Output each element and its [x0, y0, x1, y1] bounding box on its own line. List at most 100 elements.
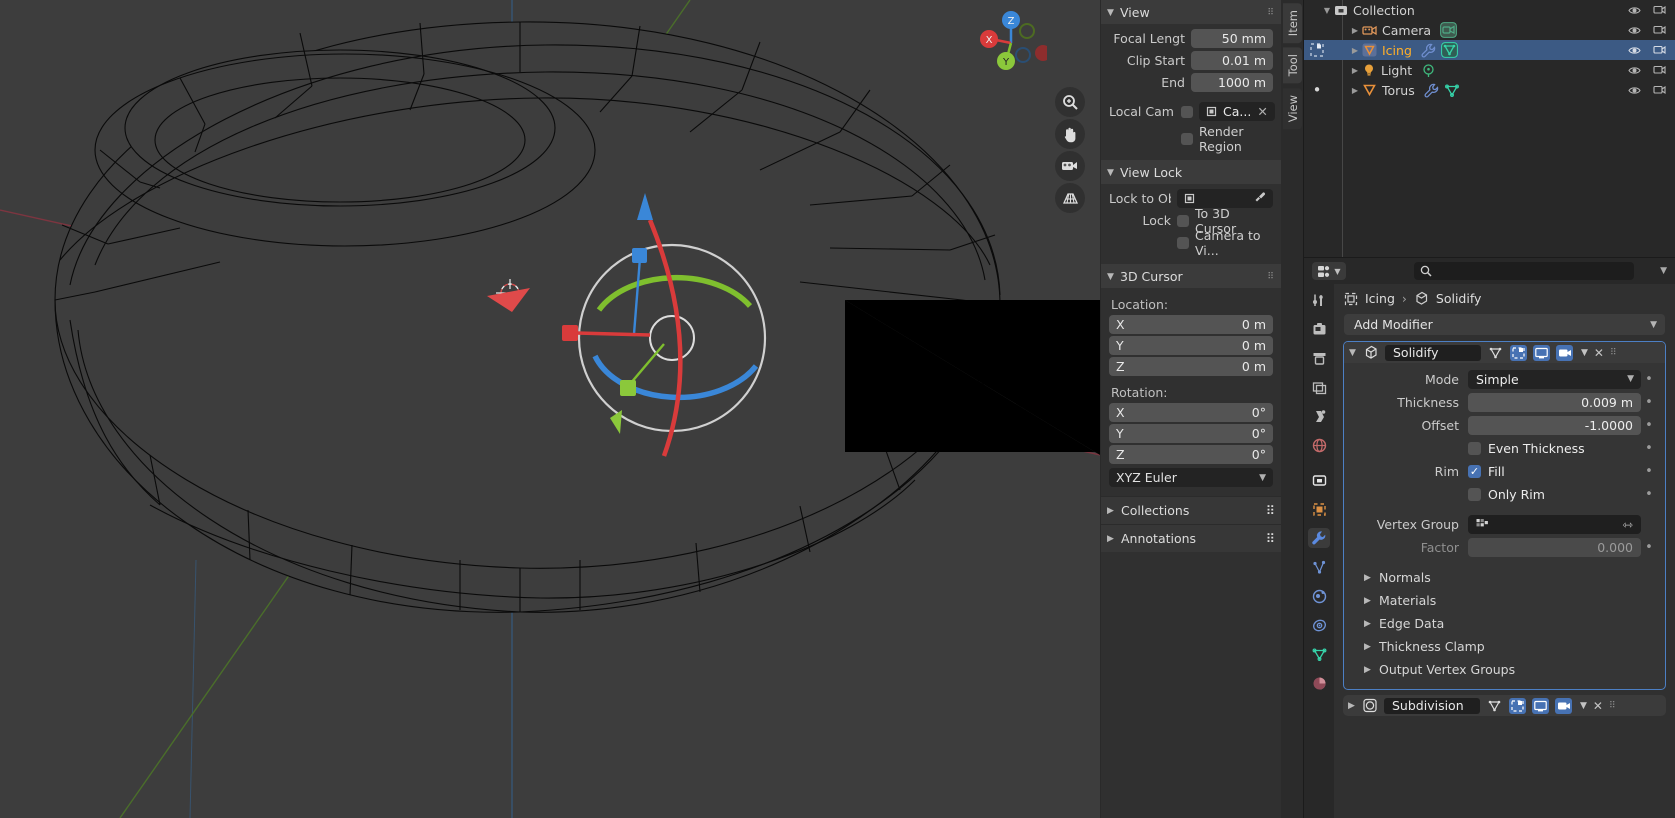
- subpanel-thickness-clamp[interactable]: ▶ Thickness Clamp: [1344, 635, 1665, 658]
- render-display-icon[interactable]: [1533, 344, 1550, 361]
- only-rim-toggle[interactable]: Only Rim: [1468, 485, 1641, 504]
- wrench-icon[interactable]: [1421, 43, 1436, 58]
- modifier-extras-icon[interactable]: ▼: [1580, 701, 1587, 711]
- subpanel-normals[interactable]: ▶ Normals: [1344, 566, 1665, 589]
- focal-length-field[interactable]: 50 mm: [1191, 29, 1273, 48]
- outliner-row-camera[interactable]: ▶ Camera: [1304, 20, 1675, 40]
- tab-render-icon[interactable]: [1308, 319, 1330, 339]
- cursor-loc-y[interactable]: Y 0 m: [1109, 336, 1273, 355]
- rim-fill-row[interactable]: Rim Fill •: [1344, 461, 1665, 481]
- eye-icon[interactable]: [1628, 45, 1641, 56]
- expand-triangle-icon[interactable]: ▶: [1348, 66, 1362, 75]
- render-region-row[interactable]: Render Region: [1109, 124, 1273, 154]
- mesh-data-icon[interactable]: [1444, 83, 1460, 98]
- factor-row[interactable]: Factor 0.000 •: [1344, 537, 1665, 557]
- factor-field[interactable]: 0.000: [1468, 537, 1641, 557]
- expand-triangle-icon[interactable]: ▶: [1348, 46, 1362, 55]
- tab-object-icon[interactable]: [1308, 499, 1330, 519]
- render-region-checkbox[interactable]: [1181, 132, 1193, 145]
- add-modifier-button[interactable]: Add Modifier ▼: [1344, 314, 1665, 335]
- perspective-grid-icon[interactable]: [1055, 183, 1085, 213]
- animate-dot-icon[interactable]: •: [1641, 540, 1657, 555]
- outliner-row-toggles[interactable]: [1628, 64, 1666, 76]
- modifier-header-solidify[interactable]: ▼ Solidify ▼ ✕ ⠿: [1344, 342, 1665, 363]
- camera-icon[interactable]: [1055, 151, 1085, 181]
- sidebar-item-tool[interactable]: Tool: [1283, 47, 1302, 84]
- even-thickness-checkbox[interactable]: [1468, 441, 1481, 455]
- camera-render-icon[interactable]: [1653, 4, 1666, 16]
- cursor-rot-y[interactable]: Y 0°: [1109, 424, 1273, 443]
- eye-icon[interactable]: [1628, 5, 1641, 16]
- realtime-display-icon[interactable]: [1509, 697, 1526, 714]
- cursor-loc-x[interactable]: X 0 m: [1109, 315, 1273, 334]
- tab-collection-icon[interactable]: [1308, 470, 1330, 490]
- viewport-3d[interactable]: Z X Y: [0, 0, 1100, 818]
- camera-render-icon[interactable]: [1653, 44, 1666, 56]
- sidebar-item-view[interactable]: View: [1283, 87, 1302, 129]
- animate-dot-icon[interactable]: •: [1641, 441, 1657, 456]
- clip-end-field[interactable]: 1000 m: [1191, 73, 1273, 92]
- camera-to-view-checkbox[interactable]: [1177, 236, 1189, 249]
- tab-modifier-icon[interactable]: [1308, 528, 1330, 548]
- chevron-down-icon[interactable]: ▼: [1349, 348, 1357, 358]
- zoom-icon[interactable]: [1055, 87, 1085, 117]
- animate-dot-icon[interactable]: •: [1641, 372, 1657, 387]
- outliner-row-light[interactable]: ▶ Light: [1304, 60, 1675, 80]
- animate-dot-icon[interactable]: •: [1641, 464, 1657, 479]
- tab-particles-icon[interactable]: [1308, 557, 1330, 577]
- cursor-rot-z[interactable]: Z 0°: [1109, 445, 1273, 464]
- view-lock-panel-header[interactable]: ▼ View Lock: [1101, 160, 1281, 184]
- outliner-data-icons[interactable]: [1424, 83, 1460, 98]
- sidebar-item-item[interactable]: Item: [1283, 3, 1302, 44]
- expand-triangle-icon[interactable]: ▼: [1320, 6, 1334, 15]
- editor-type-selector[interactable]: ▼: [1312, 262, 1346, 280]
- hand-icon[interactable]: [1055, 119, 1085, 149]
- view-axis-gizmo[interactable]: Z X Y: [975, 3, 1047, 75]
- tab-material-icon[interactable]: [1308, 673, 1330, 693]
- rim-fill-toggle[interactable]: Fill: [1468, 462, 1641, 481]
- only-rim-row[interactable]: Only Rim •: [1344, 484, 1665, 504]
- wrench-icon[interactable]: [1424, 83, 1439, 98]
- breadcrumb-object[interactable]: Icing: [1365, 291, 1395, 306]
- focal-length-row[interactable]: Focal Lengt 50 mm: [1109, 29, 1273, 48]
- fill-checkbox[interactable]: [1468, 464, 1481, 478]
- thickness-field[interactable]: 0.009 m: [1468, 392, 1641, 412]
- eye-icon[interactable]: [1628, 25, 1641, 36]
- camera-render-icon[interactable]: [1653, 24, 1666, 36]
- vertex-group-field[interactable]: ⇿: [1468, 514, 1641, 534]
- local-camera-field[interactable]: Ca... ✕: [1199, 102, 1275, 121]
- outliner-data-icons[interactable]: [1421, 63, 1436, 78]
- outliner-data-icons[interactable]: [1440, 22, 1457, 38]
- outliner-row-toggles[interactable]: [1628, 4, 1666, 16]
- subpanel-materials[interactable]: ▶ Materials: [1344, 589, 1665, 612]
- clip-start-field[interactable]: 0.01 m: [1191, 51, 1273, 70]
- render-display-icon[interactable]: [1532, 697, 1549, 714]
- expand-triangle-icon[interactable]: ▶: [1348, 26, 1362, 35]
- animate-dot-icon[interactable]: •: [1641, 395, 1657, 410]
- outliner-row-collection[interactable]: ▼ Collection: [1304, 0, 1675, 20]
- chevron-down-icon[interactable]: ▼: [1660, 266, 1667, 276]
- subpanel-edge-data[interactable]: ▶ Edge Data: [1344, 612, 1665, 635]
- tab-tool-icon[interactable]: [1308, 290, 1330, 310]
- mode-dropdown[interactable]: Simple ▼: [1468, 369, 1641, 389]
- camera-data-icon[interactable]: [1440, 22, 1457, 38]
- animate-dot-icon[interactable]: •: [1641, 487, 1657, 502]
- realtime-display-icon[interactable]: [1510, 344, 1527, 361]
- view-panel-header[interactable]: ▼ View ⠿: [1101, 0, 1281, 24]
- outliner-row-toggles[interactable]: [1628, 24, 1666, 36]
- invert-icon[interactable]: ⇿: [1623, 517, 1633, 532]
- tab-physics-icon[interactable]: [1308, 586, 1330, 606]
- even-thickness-row[interactable]: Even Thickness •: [1344, 438, 1665, 458]
- mode-row[interactable]: Mode Simple ▼ •: [1344, 369, 1665, 389]
- offset-row[interactable]: Offset -1.0000 •: [1344, 415, 1665, 435]
- local-camera-row[interactable]: Local Cam... Ca... ✕: [1109, 102, 1275, 121]
- subpanel-output-vertex-groups[interactable]: ▶ Output Vertex Groups: [1344, 658, 1665, 681]
- expand-triangle-icon[interactable]: ▶: [1348, 86, 1362, 95]
- camera-render-icon[interactable]: [1653, 84, 1666, 96]
- search-input[interactable]: [1414, 262, 1634, 280]
- cursor-loc-z[interactable]: Z 0 m: [1109, 357, 1273, 376]
- outliner-row-icing[interactable]: ▶ Icing: [1304, 40, 1675, 60]
- light-data-icon[interactable]: [1421, 63, 1436, 78]
- outliner-row-toggles[interactable]: [1628, 44, 1666, 56]
- render-camera-icon[interactable]: [1556, 344, 1573, 361]
